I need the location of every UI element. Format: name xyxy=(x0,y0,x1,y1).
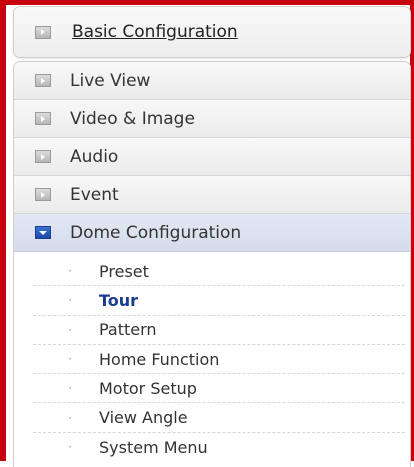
main-menu-panel: Live View Video & Image Audio Event Dome… xyxy=(13,61,411,467)
menu-event[interactable]: Event xyxy=(14,176,410,214)
submenu-label: Pattern xyxy=(99,320,157,340)
bullet-icon: · xyxy=(68,293,72,308)
bullet-icon: · xyxy=(68,264,72,279)
menu-label: Dome Configuration xyxy=(70,222,242,243)
submenu-item-tour[interactable]: · Tour xyxy=(33,286,405,316)
submenu-item-system-menu[interactable]: · System Menu xyxy=(33,433,405,462)
submenu-label: Home Function xyxy=(99,349,220,369)
bullet-icon: · xyxy=(68,381,72,396)
expand-arrow-icon xyxy=(35,25,51,39)
expand-arrow-icon xyxy=(35,74,51,87)
basic-config-panel: Basic Configuration xyxy=(13,6,411,58)
submenu-item-home-function[interactable]: · Home Function xyxy=(33,345,405,375)
submenu-label: System Menu xyxy=(99,437,208,457)
submenu-item-pattern[interactable]: · Pattern xyxy=(33,316,405,345)
bullet-icon: · xyxy=(68,322,72,337)
submenu-label: Tour xyxy=(99,290,139,310)
menu-label: Live View xyxy=(70,70,151,91)
menu-label: Audio xyxy=(70,146,119,167)
menu-video-image[interactable]: Video & Image xyxy=(14,100,410,138)
submenu-label: Preset xyxy=(99,261,149,281)
expand-arrow-icon xyxy=(35,112,51,125)
menu-live-view[interactable]: Live View xyxy=(14,62,410,100)
bullet-icon: · xyxy=(68,352,72,367)
dome-configuration-submenu: · Preset · Tour · Pattern · Home Functio… xyxy=(14,252,410,462)
expand-arrow-icon xyxy=(35,150,51,163)
collapse-arrow-icon xyxy=(35,226,51,239)
bullet-icon: · xyxy=(68,410,72,425)
menu-basic-configuration[interactable]: Basic Configuration xyxy=(14,7,410,57)
submenu-item-preset[interactable]: · Preset xyxy=(33,257,405,287)
submenu-label: Motor Setup xyxy=(99,378,197,398)
expand-arrow-icon xyxy=(35,188,51,201)
submenu-item-motor-setup[interactable]: · Motor Setup xyxy=(33,374,405,404)
menu-label: Basic Configuration xyxy=(72,22,238,42)
menu-dome-configuration[interactable]: Dome Configuration xyxy=(14,214,410,252)
submenu-item-view-angle[interactable]: · View Angle xyxy=(33,403,405,433)
bullet-icon: · xyxy=(68,440,72,455)
menu-label: Video & Image xyxy=(70,108,195,129)
menu-audio[interactable]: Audio xyxy=(14,138,410,176)
submenu-label: View Angle xyxy=(99,408,188,428)
menu-label: Event xyxy=(70,184,119,205)
